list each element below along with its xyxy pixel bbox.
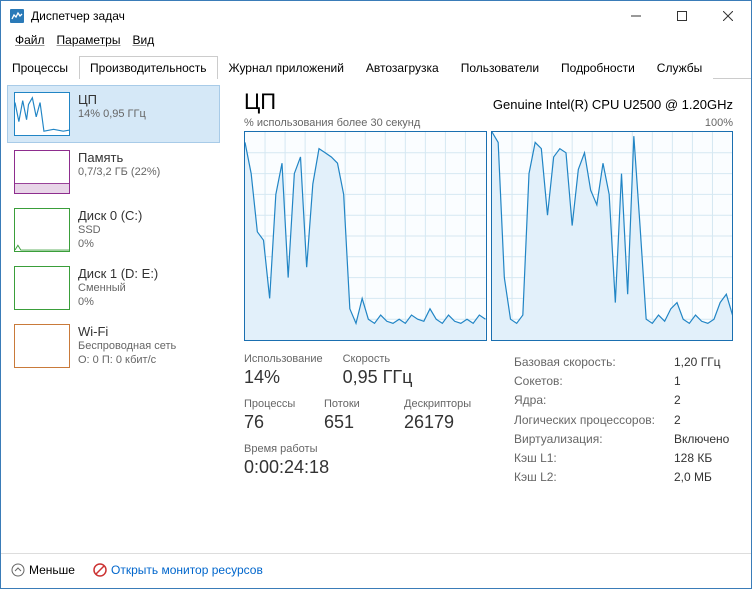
- cores-val: 2: [674, 391, 681, 410]
- sidebar-wifi-sub1: Беспроводная сеть: [78, 339, 176, 353]
- app-icon: [9, 8, 25, 24]
- usage-label: Использование: [244, 353, 323, 365]
- tab-performance[interactable]: Производительность: [79, 56, 217, 79]
- chevron-up-circle-icon: [11, 563, 25, 577]
- close-button[interactable]: [705, 1, 751, 31]
- minimize-button[interactable]: [613, 1, 659, 31]
- sidebar-wifi-name: Wi-Fi: [78, 324, 176, 339]
- footer: Меньше Открыть монитор ресурсов: [1, 553, 751, 585]
- sidebar-item-disk1[interactable]: Диск 1 (D: E:) Сменный 0%: [7, 259, 220, 317]
- processes-value: 76: [244, 412, 304, 433]
- sockets-val: 1: [674, 372, 681, 391]
- main-panel: ЦП Genuine Intel(R) CPU U2500 @ 1.20GHz …: [226, 79, 751, 553]
- tab-startup[interactable]: Автозагрузка: [355, 56, 450, 79]
- l1-val: 128 КБ: [674, 449, 712, 468]
- sidebar-disk1-sub1: Сменный: [78, 281, 158, 295]
- virt-val: Включено: [674, 430, 729, 449]
- menu-file[interactable]: Файл: [9, 31, 51, 51]
- threads-label: Потоки: [324, 398, 384, 410]
- wifi-mini-chart: [14, 324, 70, 368]
- tab-services[interactable]: Службы: [646, 56, 713, 79]
- cpu-mini-chart: [14, 92, 70, 136]
- stats: Использование 14% Скорость 0,95 ГГц Процес…: [244, 353, 733, 487]
- sidebar-disk1-sub2: 0%: [78, 295, 158, 309]
- sidebar-disk0-sub1: SSD: [78, 223, 142, 237]
- open-resource-monitor-link[interactable]: Открыть монитор ресурсов: [93, 563, 263, 577]
- sidebar-item-cpu[interactable]: ЦП 14% 0,95 ГГц: [7, 85, 220, 143]
- usage-value: 14%: [244, 367, 323, 388]
- sockets-key: Сокетов:: [514, 372, 674, 391]
- cpu-chart-0: [244, 131, 487, 341]
- cpu-charts: [244, 131, 733, 341]
- disk1-mini-chart: [14, 266, 70, 310]
- chart-max-label: 100%: [705, 117, 733, 129]
- cpu-chart-1: [491, 131, 734, 341]
- sidebar-item-disk0[interactable]: Диск 0 (C:) SSD 0%: [7, 201, 220, 259]
- chart-caption: % использования более 30 секунд: [244, 117, 420, 129]
- speed-value: 0,95 ГГц: [343, 367, 413, 388]
- fewer-details-button[interactable]: Меньше: [11, 563, 75, 577]
- menubar: Файл Параметры Вид: [1, 31, 751, 51]
- maximize-button[interactable]: [659, 1, 705, 31]
- page-title: ЦП: [244, 89, 276, 115]
- uptime-label: Время работы: [244, 443, 484, 455]
- sidebar-memory-name: Память: [78, 150, 160, 165]
- resource-monitor-icon: [93, 563, 107, 577]
- speed-label: Скорость: [343, 353, 413, 365]
- threads-value: 651: [324, 412, 384, 433]
- base-speed-key: Базовая скорость:: [514, 353, 674, 372]
- sidebar-item-memory[interactable]: Память 0,7/3,2 ГБ (22%): [7, 143, 220, 201]
- sidebar-item-wifi[interactable]: Wi-Fi Беспроводная сеть О: 0 П: 0 кбит/с: [7, 317, 220, 375]
- uptime-value: 0:00:24:18: [244, 457, 484, 478]
- tab-users[interactable]: Пользователи: [450, 56, 550, 79]
- tab-details[interactable]: Подробности: [550, 56, 646, 79]
- lproc-val: 2: [674, 411, 681, 430]
- l2-val: 2,0 МБ: [674, 468, 712, 487]
- sidebar-wifi-sub2: О: 0 П: 0 кбит/с: [78, 353, 176, 367]
- sidebar-disk0-sub2: 0%: [78, 237, 142, 251]
- menu-options[interactable]: Параметры: [51, 31, 127, 51]
- tabs: Процессы Производительность Журнал прило…: [1, 55, 751, 79]
- tab-apphistory[interactable]: Журнал приложений: [218, 56, 355, 79]
- tab-processes[interactable]: Процессы: [1, 56, 79, 79]
- titlebar: Диспетчер задач: [1, 1, 751, 31]
- disk0-mini-chart: [14, 208, 70, 252]
- handles-label: Дескрипторы: [404, 398, 464, 410]
- sidebar-memory-sub: 0,7/3,2 ГБ (22%): [78, 165, 160, 179]
- cpu-model: Genuine Intel(R) CPU U2500 @ 1.20GHz: [493, 97, 733, 112]
- processes-label: Процессы: [244, 398, 304, 410]
- lproc-key: Логических процессоров:: [514, 411, 674, 430]
- stats-right: Базовая скорость:1,20 ГГц Сокетов:1 Ядра…: [514, 353, 733, 487]
- resource-monitor-label: Открыть монитор ресурсов: [111, 563, 263, 577]
- base-speed-val: 1,20 ГГц: [674, 353, 721, 372]
- virt-key: Виртуализация:: [514, 430, 674, 449]
- menu-view[interactable]: Вид: [126, 31, 160, 51]
- handles-value: 26179: [404, 412, 464, 433]
- memory-mini-chart: [14, 150, 70, 194]
- sidebar-cpu-sub: 14% 0,95 ГГц: [78, 107, 146, 121]
- fewer-details-label: Меньше: [29, 563, 75, 577]
- l1-key: Кэш L1:: [514, 449, 674, 468]
- l2-key: Кэш L2:: [514, 468, 674, 487]
- window-title: Диспетчер задач: [31, 9, 613, 23]
- sidebar-disk1-name: Диск 1 (D: E:): [78, 266, 158, 281]
- cores-key: Ядра:: [514, 391, 674, 410]
- content: ЦП 14% 0,95 ГГц Память 0,7/3,2 ГБ (22%) …: [1, 79, 751, 553]
- sidebar-cpu-name: ЦП: [78, 92, 146, 107]
- stats-left: Использование 14% Скорость 0,95 ГГц Процес…: [244, 353, 484, 487]
- sidebar: ЦП 14% 0,95 ГГц Память 0,7/3,2 ГБ (22%) …: [1, 79, 226, 553]
- sidebar-disk0-name: Диск 0 (C:): [78, 208, 142, 223]
